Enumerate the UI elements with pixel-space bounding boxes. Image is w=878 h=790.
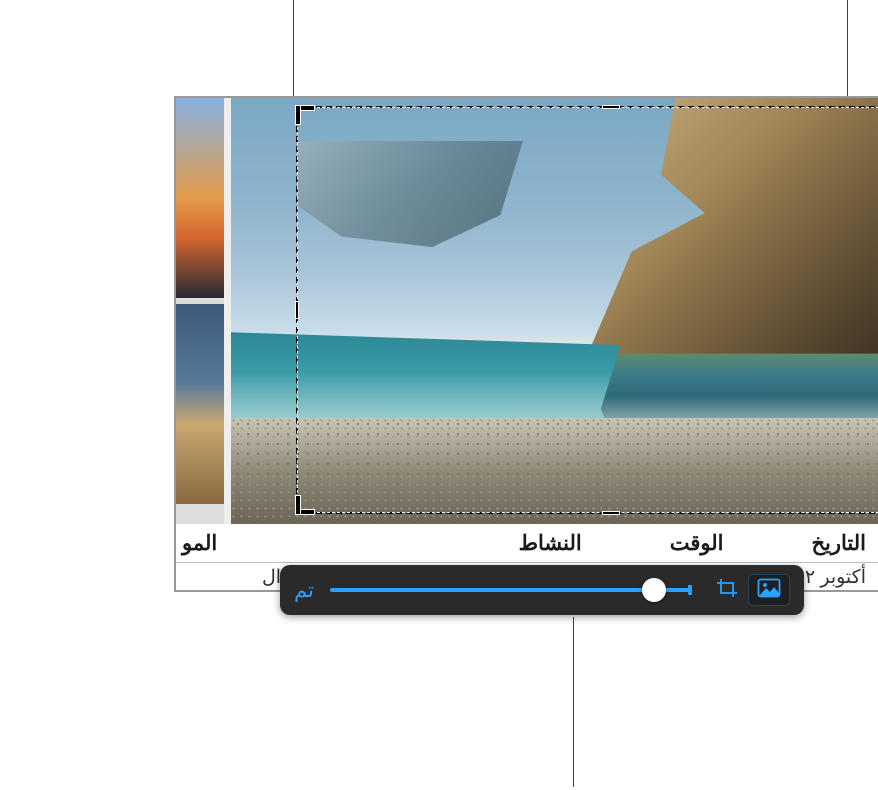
thumbnail-image[interactable] bbox=[176, 98, 224, 298]
editor-window: التاريخ الوقت النشاط المو أكتوبر ٢ شرم ا… bbox=[174, 96, 878, 592]
callout-line-slider bbox=[573, 617, 574, 787]
slider-knob[interactable] bbox=[642, 578, 666, 602]
thumbnail-strip bbox=[176, 98, 224, 524]
mode-segmented-control bbox=[706, 574, 790, 606]
column-headers: التاريخ الوقت النشاط المو bbox=[176, 524, 878, 562]
column-location[interactable]: المو bbox=[182, 531, 217, 556]
cell-date: أكتوبر ٢ bbox=[805, 566, 866, 589]
image-mode-button[interactable] bbox=[748, 574, 790, 606]
photo-content bbox=[231, 98, 878, 524]
done-button[interactable]: تم bbox=[294, 578, 314, 603]
zoom-slider[interactable] bbox=[330, 588, 690, 592]
thumbnail-image[interactable] bbox=[176, 304, 224, 504]
image-icon bbox=[757, 578, 781, 603]
slider-end-tick bbox=[688, 585, 692, 595]
column-activity[interactable]: النشاط bbox=[519, 531, 582, 556]
callout-line-tr bbox=[847, 0, 848, 100]
slider-track bbox=[330, 588, 690, 592]
crop-toolbar: تم bbox=[280, 565, 804, 615]
main-photo[interactable] bbox=[231, 98, 878, 524]
crop-icon bbox=[715, 578, 739, 603]
crop-mode-button[interactable] bbox=[706, 574, 748, 606]
column-date[interactable]: التاريخ bbox=[811, 531, 866, 556]
column-time[interactable]: الوقت bbox=[670, 531, 724, 556]
